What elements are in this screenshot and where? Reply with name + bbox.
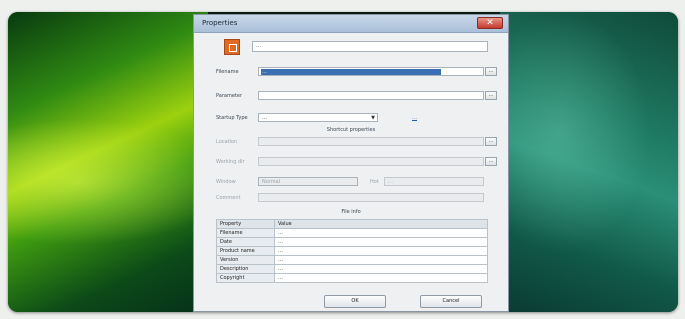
window-value: Normal: [262, 179, 281, 185]
working-dir-field[interactable]: [258, 157, 484, 166]
close-button[interactable]: ✕: [477, 17, 503, 29]
property-name: Copyright: [216, 273, 275, 283]
filename-browse-button[interactable]: ...: [485, 67, 497, 76]
property-value: …: [274, 246, 488, 256]
window-dropdown[interactable]: Normal: [258, 177, 358, 186]
screenshot-frame: Properties ✕ … Filename … ... Parameter …: [8, 12, 678, 312]
app-name-field[interactable]: …: [252, 41, 488, 52]
parameter-field[interactable]: [258, 91, 484, 100]
parameter-label: Parameter: [216, 93, 243, 99]
chevron-down-icon: ▼: [371, 115, 375, 121]
desktop-wallpaper-right: [500, 12, 678, 312]
startup-info-link[interactable]: …: [412, 115, 417, 121]
table-row[interactable]: Filename …: [216, 228, 488, 238]
table-row[interactable]: Version …: [216, 255, 488, 265]
property-value: …: [274, 237, 488, 247]
dialog-titlebar[interactable]: Properties ✕: [194, 15, 508, 33]
file-info-section-title: File info: [341, 209, 361, 215]
working-dir-label: Working dir: [216, 159, 245, 165]
comment-field[interactable]: [258, 193, 484, 202]
property-name: Description: [216, 264, 275, 274]
property-value: …: [274, 228, 488, 238]
location-browse-button[interactable]: ...: [485, 137, 497, 146]
hotkey-label: Hot: [370, 179, 379, 185]
table-row[interactable]: Date …: [216, 237, 488, 247]
working-dir-browse-button[interactable]: ...: [485, 157, 497, 166]
property-value: …: [274, 273, 488, 283]
table-row[interactable]: Product name …: [216, 246, 488, 256]
startup-type-dropdown[interactable]: … ▼: [258, 113, 378, 122]
property-name: Date: [216, 237, 275, 247]
table-row[interactable]: Copyright …: [216, 273, 488, 283]
window-label: Window: [216, 179, 236, 185]
location-field[interactable]: [258, 137, 484, 146]
filename-field[interactable]: …: [258, 67, 484, 76]
filename-value: …: [262, 69, 267, 75]
shortcut-section-title: Shortcut properties: [326, 127, 376, 133]
hotkey-field[interactable]: …: [384, 177, 484, 186]
property-value: …: [274, 255, 488, 265]
column-header: Value: [274, 219, 488, 229]
property-value: …: [274, 264, 488, 274]
parameter-browse-button[interactable]: ...: [485, 91, 497, 100]
property-name: Product name: [216, 246, 275, 256]
app-icon: [224, 39, 240, 55]
column-header: Property: [216, 219, 275, 229]
table-header-row: Property Value: [216, 219, 488, 229]
table-row[interactable]: Description …: [216, 264, 488, 274]
properties-dialog: Properties ✕ … Filename … ... Parameter …: [193, 14, 509, 312]
cancel-button[interactable]: Cancel: [420, 295, 482, 308]
filename-selection: [261, 69, 441, 75]
property-name: Filename: [216, 228, 275, 238]
property-name: Version: [216, 255, 275, 265]
startup-type-label: Startup Type: [216, 115, 248, 121]
file-info-table: Property Value Filename … Date … Product…: [216, 219, 488, 283]
comment-label: Comment: [216, 195, 241, 201]
startup-type-value: …: [262, 115, 267, 121]
filename-label: Filename: [216, 69, 239, 75]
ok-button[interactable]: OK: [324, 295, 386, 308]
location-label: Location: [216, 139, 238, 145]
desktop-wallpaper-left: [8, 12, 208, 312]
dialog-title: Properties: [202, 19, 238, 27]
